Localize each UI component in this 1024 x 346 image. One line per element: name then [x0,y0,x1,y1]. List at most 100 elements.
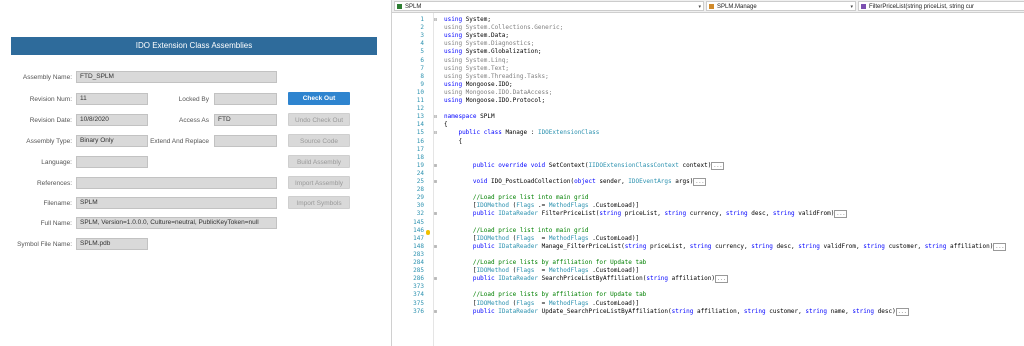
collapsed-region-marker[interactable]: ... [834,210,848,219]
code-line[interactable]: 5 using System.Globalization; [392,48,1024,56]
revision-date-field[interactable]: 10/8/2020 [76,114,148,126]
code-line[interactable]: 3 using System.Data; [392,32,1024,40]
line-number: 283 [413,250,424,258]
collapse-icon[interactable]: ⊟ [434,113,440,121]
csharp-project-icon [397,4,402,9]
code-line[interactable]: 286 ⊞ public IDataReader SearchPriceListB… [392,275,1024,284]
code-line[interactable]: 19 ⊞ public override void SetContext(IIDO… [392,161,1024,170]
import-assembly-button[interactable]: Import Assembly [288,176,350,189]
code-line[interactable]: 375 [IDOMethod (Flags = MethodFlags .Cus… [392,300,1024,308]
code-token: System; [465,16,491,23]
assembly-name-field[interactable]: FTD_SPLM [76,71,277,83]
expand-icon[interactable]: ⊞ [434,243,440,251]
code-line[interactable]: 376 ⊞ public IDataReader Update_SearchPri… [392,307,1024,316]
code-line[interactable]: 7 using System.Text; [392,65,1024,73]
code-line[interactable]: 374 //Load price lists by affiliation fo… [392,291,1024,299]
line-number: 18 [416,153,424,161]
code-line[interactable]: 12 [392,105,1024,113]
project-dropdown[interactable]: SPLM ▾ [394,1,704,11]
source-code-button[interactable]: Source Code [288,134,350,147]
code-line[interactable]: 30 [IDOMethod (Flags .= MethodFlags .Cus… [392,202,1024,210]
expand-icon[interactable]: ⊞ [434,308,440,316]
revision-num-field[interactable]: 11 [76,93,148,105]
code-text: namespace SPLM [444,113,495,121]
language-field[interactable] [76,156,148,168]
build-assembly-button[interactable]: Build Assembly [288,155,350,168]
code-line[interactable]: 13 ⊟ namespace SPLM [392,113,1024,121]
code-line[interactable]: 284 //Load price lists by affiliation fo… [392,259,1024,267]
line-number: 286 [413,275,424,283]
code-line[interactable]: 15 ⊟ public class Manage : IDOExtensionCl… [392,129,1024,137]
code-line[interactable]: 283 [392,251,1024,259]
access-as-field[interactable]: FTD [214,114,277,126]
code-line[interactable]: 18 [392,154,1024,162]
code-text: using System; [444,16,491,24]
code-line[interactable]: 32 ⊞ public IDataReader FilterPriceList(s… [392,210,1024,219]
code-line[interactable]: 145 [392,219,1024,227]
expand-icon[interactable]: ⊞ [434,178,440,186]
collapsed-region-marker[interactable]: ... [693,178,707,186]
code-token: SetContext( [548,161,589,169]
code-line[interactable]: 25 ⊞ void IDO_PostLoadCollection(object s… [392,178,1024,186]
locked-by-field[interactable] [214,93,277,105]
code-line[interactable]: 6 using System.Linq; [392,57,1024,65]
code-line[interactable]: 147 [IDOMethod (Flags = MethodFlags .Cus… [392,235,1024,243]
assembly-type-field[interactable]: Binary Only [76,135,148,147]
member-dropdown[interactable]: FilterPriceList(string priceList, string… [858,1,1024,11]
collapsed-region-marker[interactable]: ... [715,275,729,284]
expand-icon[interactable]: ⊞ [434,210,440,218]
lightbulb-icon[interactable] [426,230,430,235]
code-line[interactable]: 8 using System.Threading.Tasks; [392,73,1024,81]
code-line[interactable]: 14 { [392,121,1024,129]
code-line[interactable]: 148 ⊞ public IDataReader Manage_FilterPri… [392,242,1024,251]
code-line[interactable]: 1 ⊟ using System; [392,16,1024,24]
code-token: namespace [444,113,477,121]
code-line[interactable]: 285 [IDOMethod (Flags = MethodFlags .Cus… [392,267,1024,275]
undo-check-out-button[interactable]: Undo Check Out [288,113,350,126]
code-text: using System.Linq; [444,57,509,65]
code-line[interactable]: 2 using System.Collections.Generic; [392,24,1024,32]
expand-icon[interactable]: ⊞ [434,162,440,170]
collapse-icon[interactable]: ⊟ [434,129,440,137]
code-token: sender, [599,178,629,185]
class-dropdown[interactable]: SPLM.Manage ▾ [706,1,856,11]
code-line[interactable]: 29 //Load price list into main grid [392,194,1024,202]
code-token: IDOMethod [476,267,510,275]
collapse-icon[interactable]: ⊟ [434,16,440,24]
line-number: 3 [420,32,424,40]
code-area[interactable]: 1 ⊟ using System; 2 using System.Collections… [392,13,1024,346]
code-line[interactable]: 9 using Mongoose.IDO; [392,81,1024,89]
code-token: string [863,242,885,250]
code-line[interactable]: 10 using Mongoose.IDO.DataAccess; [392,89,1024,97]
collapsed-region-marker[interactable]: ... [993,242,1007,251]
extend-and-replace-field[interactable] [214,135,277,147]
code-line[interactable]: 4 using System.Diagnostics; [392,40,1024,48]
code-line[interactable]: 373 [392,283,1024,291]
code-line[interactable]: 17 [392,146,1024,154]
check-out-button[interactable]: Check Out [288,92,350,105]
code-line[interactable]: 11 using Mongoose.IDO.Protocol; [392,97,1024,105]
member-name: FilterPriceList(string priceList, string… [869,4,975,10]
import-symbols-button[interactable]: Import Symbols [288,196,350,209]
code-token: using [444,48,463,56]
code-line[interactable]: 146 //Load price list into main grid [392,227,1024,235]
full-name-field[interactable]: SPLM, Version=1.0.0.0, Culture=neutral, … [76,217,277,229]
code-line[interactable]: 28 [392,186,1024,194]
code-token: desc) [877,307,896,315]
code-line[interactable]: 24 [392,170,1024,178]
collapsed-region-marker[interactable]: ... [711,161,725,170]
line-number: 146 [413,226,424,234]
symbol-file-name-field[interactable]: SPLM.pdb [76,238,148,250]
code-text: public IDataReader Manage_FilterPriceLis… [444,242,1007,251]
references-field[interactable] [76,177,277,189]
collapsed-region-marker[interactable]: ... [895,307,909,316]
code-line[interactable]: 16 { [392,138,1024,146]
filename-field[interactable]: SPLM [76,197,277,209]
expand-icon[interactable]: ⊞ [434,275,440,283]
